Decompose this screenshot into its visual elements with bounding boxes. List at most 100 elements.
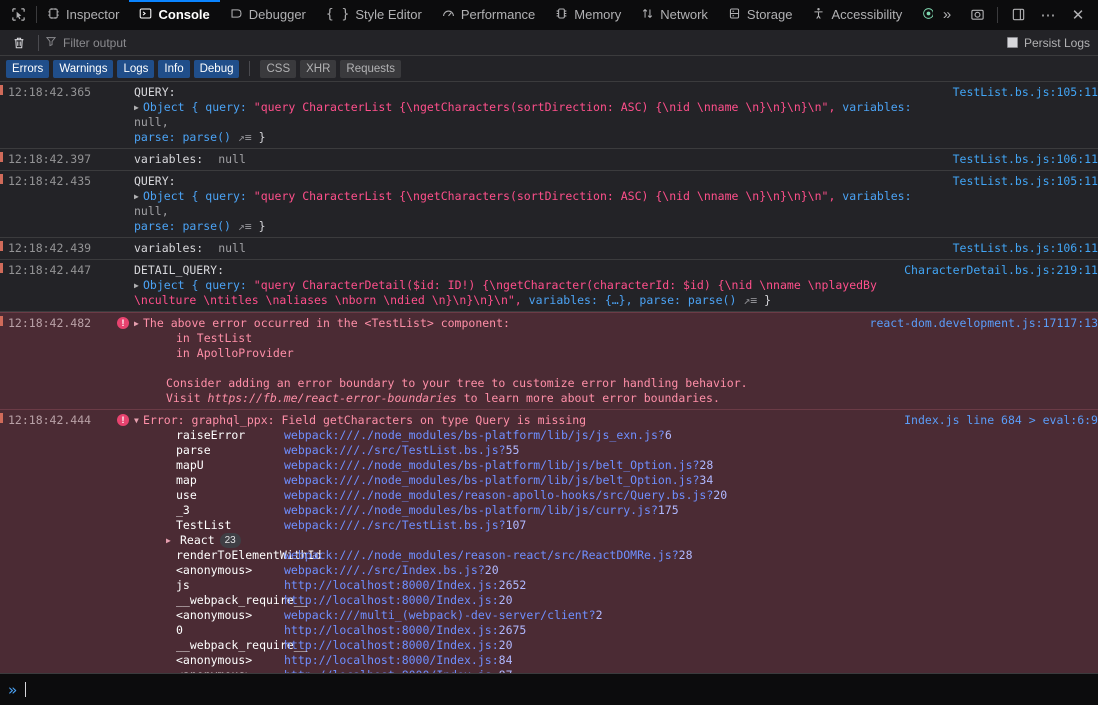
console-error-component-stack[interactable]: 12:18:42.482 ! ▶ The above error occurred…	[0, 312, 1098, 410]
filter-chip-info[interactable]: Info	[158, 59, 190, 78]
dock-panel-icon[interactable]	[1004, 0, 1032, 30]
search-input[interactable]	[63, 35, 323, 50]
jump-to-definition-icon[interactable]: ↗≡	[743, 293, 757, 307]
stack-frame[interactable]: __webpack_require__ http://localhost:8000…	[134, 593, 888, 608]
console-input-row[interactable]: »	[0, 673, 1098, 705]
filter-chip-warnings[interactable]: Warnings	[53, 59, 114, 78]
filter-chip-errors[interactable]: Errors	[6, 59, 50, 78]
stack-frame[interactable]: _3 webpack:///./node_modules/bs-platform/…	[134, 503, 888, 518]
stack-frame[interactable]: parse webpack:///./src/TestList.bs.js?55	[134, 443, 888, 458]
frame-function: <anonymous>	[176, 653, 253, 667]
tab-memory[interactable]: Memory	[545, 0, 631, 29]
expand-arrow-icon[interactable]: ▶	[134, 100, 143, 115]
object-preview-line: ▶ Object { query: "query CharacterList {\…	[134, 100, 937, 130]
frame-url[interactable]: http://localhost:8000/Index.js:87	[284, 668, 513, 673]
stack-frame[interactable]: mapU webpack:///./node_modules/bs-platfor…	[134, 458, 888, 473]
object-close-brace: }	[258, 219, 266, 233]
frame-url[interactable]: http://localhost:8000/Index.js:2675	[284, 623, 526, 638]
frame-url[interactable]: webpack:///multi_(webpack)-dev-server/cl…	[284, 608, 603, 623]
message-icon-slot	[112, 152, 134, 167]
tab-console[interactable]: Console	[129, 0, 221, 29]
filter-chip-debug[interactable]: Debug	[193, 59, 240, 78]
frame-url[interactable]: webpack:///./src/TestList.bs.js?55	[284, 443, 519, 458]
tab-redux[interactable]: Redux	[912, 0, 933, 29]
close-icon[interactable]: ✕	[1064, 0, 1092, 30]
frame-url-text: webpack:///./node_modules/bs-platform/li…	[284, 428, 665, 442]
console-message-variables-1[interactable]: 12:18:42.397 variables: null TestList.bs…	[0, 149, 1098, 171]
frame-url[interactable]: webpack:///./src/Index.bs.js?20	[284, 563, 499, 578]
console-message-variables-2[interactable]: 12:18:42.439 variables: null TestList.bs…	[0, 238, 1098, 260]
expand-arrow-icon[interactable]: ▶	[134, 278, 143, 293]
stack-frame[interactable]: <anonymous> webpack:///./src/Index.bs.js?…	[134, 563, 888, 578]
frame-url[interactable]: http://localhost:8000/Index.js:2652	[284, 578, 526, 593]
tab-network[interactable]: Network	[631, 0, 718, 29]
stack-frame[interactable]: map webpack:///./node_modules/bs-platform…	[134, 473, 888, 488]
message-source-link[interactable]: TestList.bs.js:105:11	[943, 85, 1098, 100]
console-message-query-1[interactable]: 12:18:42.365 QUERY: ▶ Object { query: "qu…	[0, 82, 1098, 149]
stack-frame[interactable]: <anonymous> http://localhost:8000/Index.j…	[134, 653, 888, 668]
error-boundaries-link[interactable]: https://fb.me/react-error-boundaries	[208, 391, 457, 405]
console-output[interactable]: 12:18:42.365 QUERY: ▶ Object { query: "qu…	[0, 82, 1098, 673]
stack-frame[interactable]: raiseError webpack:///./node_modules/bs-p…	[134, 428, 888, 443]
message-timestamp: 12:18:42.397	[8, 152, 92, 166]
frame-url[interactable]: webpack:///./node_modules/bs-platform/li…	[284, 428, 672, 443]
persist-logs-checkbox[interactable]	[1006, 37, 1018, 48]
collapse-arrow-icon[interactable]: ▼	[134, 413, 143, 428]
tab-debugger[interactable]: Debugger	[220, 0, 316, 29]
console-error-stack-trace[interactable]: 12:18:42.444 ! ▼ Error: graphql_ppx: Fiel…	[0, 410, 1098, 673]
persist-logs-toggle[interactable]: Persist Logs	[1006, 36, 1090, 50]
frame-url[interactable]: http://localhost:8000/Index.js:20	[284, 638, 513, 653]
react-frame-group[interactable]: ▶ React 23	[134, 533, 888, 548]
stack-frame[interactable]: <anonymous>http://localhost:8000/Index.j…	[134, 668, 888, 673]
message-source-link[interactable]: Index.js line 684 > eval:6:9	[894, 413, 1098, 428]
tab-style-editor[interactable]: { } Style Editor	[316, 0, 432, 29]
frame-url[interactable]: webpack:///./node_modules/bs-platform/li…	[284, 503, 679, 518]
trash-icon[interactable]	[6, 32, 32, 54]
stack-frame[interactable]: <anonymous> webpack:///multi_(webpack)-de…	[134, 608, 888, 623]
stack-frame[interactable]: TestList webpack:///./src/TestList.bs.js?…	[134, 518, 888, 533]
performance-icon	[442, 7, 455, 23]
element-picker-icon[interactable]	[0, 0, 36, 29]
expand-arrow-icon[interactable]: ▶	[134, 189, 143, 204]
message-source-link[interactable]: TestList.bs.js:106:11	[943, 152, 1098, 167]
message-source-link[interactable]: CharacterDetail.bs.js:219:11	[894, 263, 1098, 278]
console-message-query-2[interactable]: 12:18:42.435 QUERY: ▶ Object { query: "qu…	[0, 171, 1098, 238]
tab-storage[interactable]: Storage	[718, 0, 803, 29]
stack-frame[interactable]: 0 http://localhost:8000/Index.js:2675	[134, 623, 888, 638]
filter-chip-xhr[interactable]: XHR	[300, 59, 337, 78]
frame-url[interactable]: webpack:///./node_modules/reason-apollo-…	[284, 488, 727, 503]
tab-performance[interactable]: Performance	[432, 0, 545, 29]
stack-frame[interactable]: __webpack_require__ http://localhost:8000…	[134, 638, 888, 653]
message-source-link[interactable]: react-dom.development.js:17117:13	[860, 316, 1098, 331]
jump-to-definition-icon[interactable]: ↗≡	[238, 219, 252, 233]
console-message-detail-query[interactable]: 12:18:42.447 DETAIL_QUERY: ▶ Object { que…	[0, 260, 1098, 312]
frame-url[interactable]: webpack:///./node_modules/reason-react/s…	[284, 548, 693, 563]
stack-frame[interactable]: use webpack:///./node_modules/reason-apol…	[134, 488, 888, 503]
frame-url[interactable]: webpack:///./node_modules/bs-platform/li…	[284, 458, 713, 473]
frame-url[interactable]: http://localhost:8000/Index.js:20	[284, 593, 513, 608]
stack-frame[interactable]: js http://localhost:8000/Index.js:2652	[134, 578, 888, 593]
frame-url-text: webpack:///./node_modules/bs-platform/li…	[284, 473, 700, 487]
meatball-menu-icon[interactable]: ⋯	[1034, 0, 1062, 30]
frame-url[interactable]: http://localhost:8000/Index.js:84	[284, 653, 513, 668]
frame-url-text: webpack:///./src/TestList.bs.js?	[284, 518, 506, 532]
chevron-double-right-icon[interactable]: »	[933, 0, 961, 30]
tab-inspector[interactable]: Inspector	[37, 0, 129, 29]
filter-chip-requests[interactable]: Requests	[340, 59, 402, 78]
tab-accessibility[interactable]: Accessibility	[802, 0, 912, 29]
filter-chip-logs[interactable]: Logs	[117, 59, 155, 78]
filter-chip-css[interactable]: CSS	[260, 59, 297, 78]
jump-to-definition-icon[interactable]: ↗≡	[238, 130, 252, 144]
frame-url[interactable]: webpack:///./node_modules/bs-platform/li…	[284, 473, 713, 488]
frame-url-text: webpack:///./node_modules/reason-apollo-…	[284, 488, 714, 502]
stack-frame[interactable]: renderToElementWithId webpack:///./node_m…	[134, 548, 888, 563]
frame-url[interactable]: webpack:///./src/TestList.bs.js?107	[284, 518, 526, 533]
expand-arrow-icon[interactable]: ▶	[166, 533, 175, 548]
message-source-link[interactable]: TestList.bs.js:106:11	[943, 241, 1098, 256]
frame-line: 34	[699, 473, 714, 487]
expand-arrow-icon[interactable]: ▶	[134, 316, 143, 331]
message-body: QUERY: ▶ Object { query: "query Character…	[134, 85, 943, 145]
camera-icon[interactable]	[963, 0, 991, 30]
frame-function: <anonymous>	[176, 563, 253, 577]
message-source-link[interactable]: TestList.bs.js:105:11	[943, 174, 1098, 189]
